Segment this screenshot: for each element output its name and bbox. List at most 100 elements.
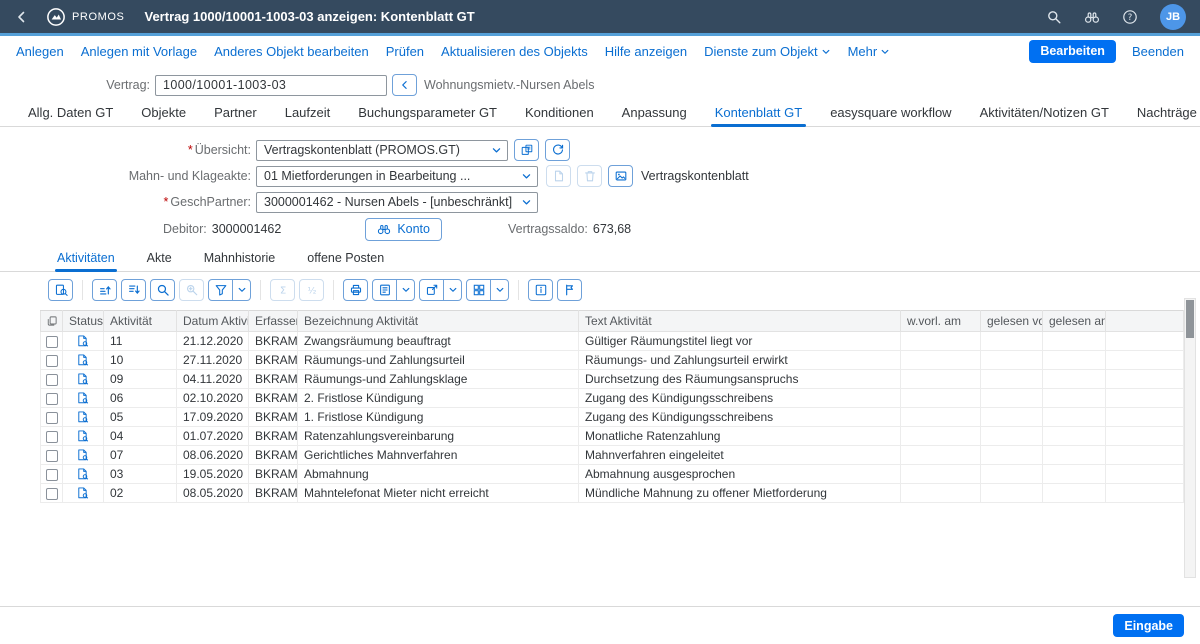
- row-checkbox[interactable]: [46, 488, 58, 500]
- delete-akte-button[interactable]: [577, 165, 602, 187]
- row-checkbox[interactable]: [46, 374, 58, 386]
- subtab-offene-posten[interactable]: offene Posten: [305, 247, 386, 271]
- print-button[interactable]: [343, 279, 368, 301]
- table-row[interactable]: 11 21.12.2020 BKRAMER Zwangsräumung beau…: [41, 332, 1184, 351]
- activity-status-icon[interactable]: [76, 467, 90, 481]
- tab-aktivit-ten-notizen-gt[interactable]: Aktivitäten/Notizen GT: [966, 99, 1123, 126]
- table-row[interactable]: 02 08.05.2020 BKRAMER Mahntelefonat Miet…: [41, 484, 1184, 503]
- col-gelesen-von[interactable]: gelesen von: [981, 311, 1043, 332]
- eingabe-button[interactable]: Eingabe: [1113, 614, 1184, 637]
- activity-status-icon[interactable]: [76, 429, 90, 443]
- activities-table: Status Aktivität Datum Aktivität Erfasse…: [40, 310, 1200, 503]
- table-row[interactable]: 04 01.07.2020 BKRAMER Ratenzahlungsverei…: [41, 427, 1184, 446]
- export-button[interactable]: [419, 279, 462, 301]
- table-row[interactable]: 10 27.11.2020 BKRAMER Räumungs-und Zahlu…: [41, 351, 1184, 370]
- layout-button[interactable]: [466, 279, 509, 301]
- col-erfasser[interactable]: Erfasser: [249, 311, 298, 332]
- col-bezeichnung-aktivitaet[interactable]: Bezeichnung Aktivität: [298, 311, 579, 332]
- subtotal-button[interactable]: [299, 279, 324, 301]
- details-button[interactable]: [48, 279, 73, 301]
- tab-objekte[interactable]: Objekte: [127, 99, 200, 126]
- table-row[interactable]: 07 08.06.2020 BKRAMER Gerichtliches Mahn…: [41, 446, 1184, 465]
- find-button[interactable]: [150, 279, 175, 301]
- row-checkbox[interactable]: [46, 450, 58, 462]
- col-gelesen-am[interactable]: gelesen am: [1043, 311, 1106, 332]
- menu-item-hilfe-anzeigen[interactable]: Hilfe anzeigen: [605, 44, 687, 59]
- activity-status-icon[interactable]: [76, 372, 90, 386]
- cell-erfasser: BKRAMER: [249, 427, 298, 446]
- sort-ascending-button[interactable]: [92, 279, 117, 301]
- activity-status-icon[interactable]: [76, 353, 90, 367]
- col-wvorl-am[interactable]: w.vorl. am: [901, 311, 981, 332]
- search-icon[interactable]: [1046, 9, 1062, 25]
- table-row[interactable]: 09 04.11.2020 BKRAMER Räumungs-und Zahlu…: [41, 370, 1184, 389]
- subtab-aktivit-ten[interactable]: Aktivitäten: [55, 247, 117, 271]
- row-checkbox[interactable]: [46, 412, 58, 424]
- help-icon[interactable]: [1122, 9, 1138, 25]
- table-scrollbar[interactable]: [1184, 298, 1196, 578]
- tab-laufzeit[interactable]: Laufzeit: [271, 99, 345, 126]
- activity-status-icon[interactable]: [76, 334, 90, 348]
- tab-kontenblatt-gt[interactable]: Kontenblatt GT: [701, 99, 816, 126]
- tab-easysquare-workflow[interactable]: easysquare workflow: [816, 99, 965, 126]
- sum-button[interactable]: [270, 279, 295, 301]
- mahnakte-select[interactable]: 01 Mietforderungen in Bearbeitung ...: [256, 166, 538, 187]
- cell-bezeichnung: 1. Fristlose Kündigung: [298, 408, 579, 427]
- geschpartner-select[interactable]: 3000001462 - Nursen Abels - [unbeschränk…: [256, 192, 538, 213]
- row-checkbox[interactable]: [46, 469, 58, 481]
- menu-item-aktualisieren-des-objekts[interactable]: Aktualisieren des Objekts: [441, 44, 588, 59]
- uebersicht-select[interactable]: Vertragskontenblatt (PROMOS.GT): [256, 140, 508, 161]
- previous-object-button[interactable]: [392, 74, 417, 96]
- menu-item-anderes-objekt-bearbeiten[interactable]: Anderes Objekt bearbeiten: [214, 44, 369, 59]
- konto-button[interactable]: Konto: [365, 218, 442, 241]
- tab-anpassung[interactable]: Anpassung: [608, 99, 701, 126]
- col-aktivitaet[interactable]: Aktivität: [104, 311, 177, 332]
- row-checkbox[interactable]: [46, 431, 58, 443]
- row-checkbox[interactable]: [46, 393, 58, 405]
- create-akte-button[interactable]: [546, 165, 571, 187]
- tab-buchungsparameter-gt[interactable]: Buchungsparameter GT: [344, 99, 511, 126]
- info-button[interactable]: [528, 279, 553, 301]
- table-row[interactable]: 06 02.10.2020 BKRAMER 2. Fristlose Kündi…: [41, 389, 1184, 408]
- subtab-akte[interactable]: Akte: [145, 247, 174, 271]
- filter-button[interactable]: [208, 279, 251, 301]
- menu-item-anlegen-mit-vorlage[interactable]: Anlegen mit Vorlage: [81, 44, 197, 59]
- col-text-aktivitaet[interactable]: Text Aktivität: [579, 311, 901, 332]
- cell-erfasser: BKRAMER: [249, 370, 298, 389]
- find-next-button[interactable]: [179, 279, 204, 301]
- activity-status-icon[interactable]: [76, 448, 90, 462]
- activity-status-icon[interactable]: [76, 486, 90, 500]
- menu-item-anlegen[interactable]: Anlegen: [16, 44, 64, 59]
- flag-button[interactable]: [557, 279, 582, 301]
- sort-descending-button[interactable]: [121, 279, 146, 301]
- subtab-mahnhistorie[interactable]: Mahnhistorie: [202, 247, 278, 271]
- activity-status-icon[interactable]: [76, 410, 90, 424]
- back-button[interactable]: [14, 9, 30, 25]
- tab-partner[interactable]: Partner: [200, 99, 271, 126]
- select-all-icon[interactable]: [46, 315, 58, 327]
- avatar[interactable]: JB: [1160, 4, 1186, 30]
- views-button[interactable]: [372, 279, 415, 301]
- beenden-button[interactable]: Beenden: [1132, 44, 1184, 59]
- binoculars-icon[interactable]: [1084, 9, 1100, 25]
- find-icon: [156, 283, 170, 297]
- tab-allg-daten-gt[interactable]: Allg. Daten GT: [14, 99, 127, 126]
- col-status[interactable]: Status: [63, 311, 104, 332]
- table-row[interactable]: 03 19.05.2020 BKRAMER Abmahnung Abmahnun…: [41, 465, 1184, 484]
- vertrag-input[interactable]: [155, 75, 387, 96]
- tab-nachtr-ge-gt[interactable]: Nachträge GT: [1123, 99, 1200, 126]
- activity-status-icon[interactable]: [76, 391, 90, 405]
- row-checkbox[interactable]: [46, 355, 58, 367]
- scrollbar-thumb[interactable]: [1186, 300, 1194, 338]
- menu-item-dienste-zum-objekt[interactable]: Dienste zum Objekt: [704, 44, 830, 59]
- account-sheet-button[interactable]: [514, 139, 539, 161]
- menu-item-pr-fen[interactable]: Prüfen: [386, 44, 424, 59]
- vertragskontenblatt-button[interactable]: [608, 165, 633, 187]
- tab-konditionen[interactable]: Konditionen: [511, 99, 608, 126]
- bearbeiten-button[interactable]: Bearbeiten: [1029, 40, 1116, 63]
- row-checkbox[interactable]: [46, 336, 58, 348]
- col-datum-aktivitaet[interactable]: Datum Aktivität: [177, 311, 249, 332]
- menu-item-mehr[interactable]: Mehr: [848, 44, 891, 59]
- refresh-button[interactable]: [545, 139, 570, 161]
- table-row[interactable]: 05 17.09.2020 BKRAMER 1. Fristlose Kündi…: [41, 408, 1184, 427]
